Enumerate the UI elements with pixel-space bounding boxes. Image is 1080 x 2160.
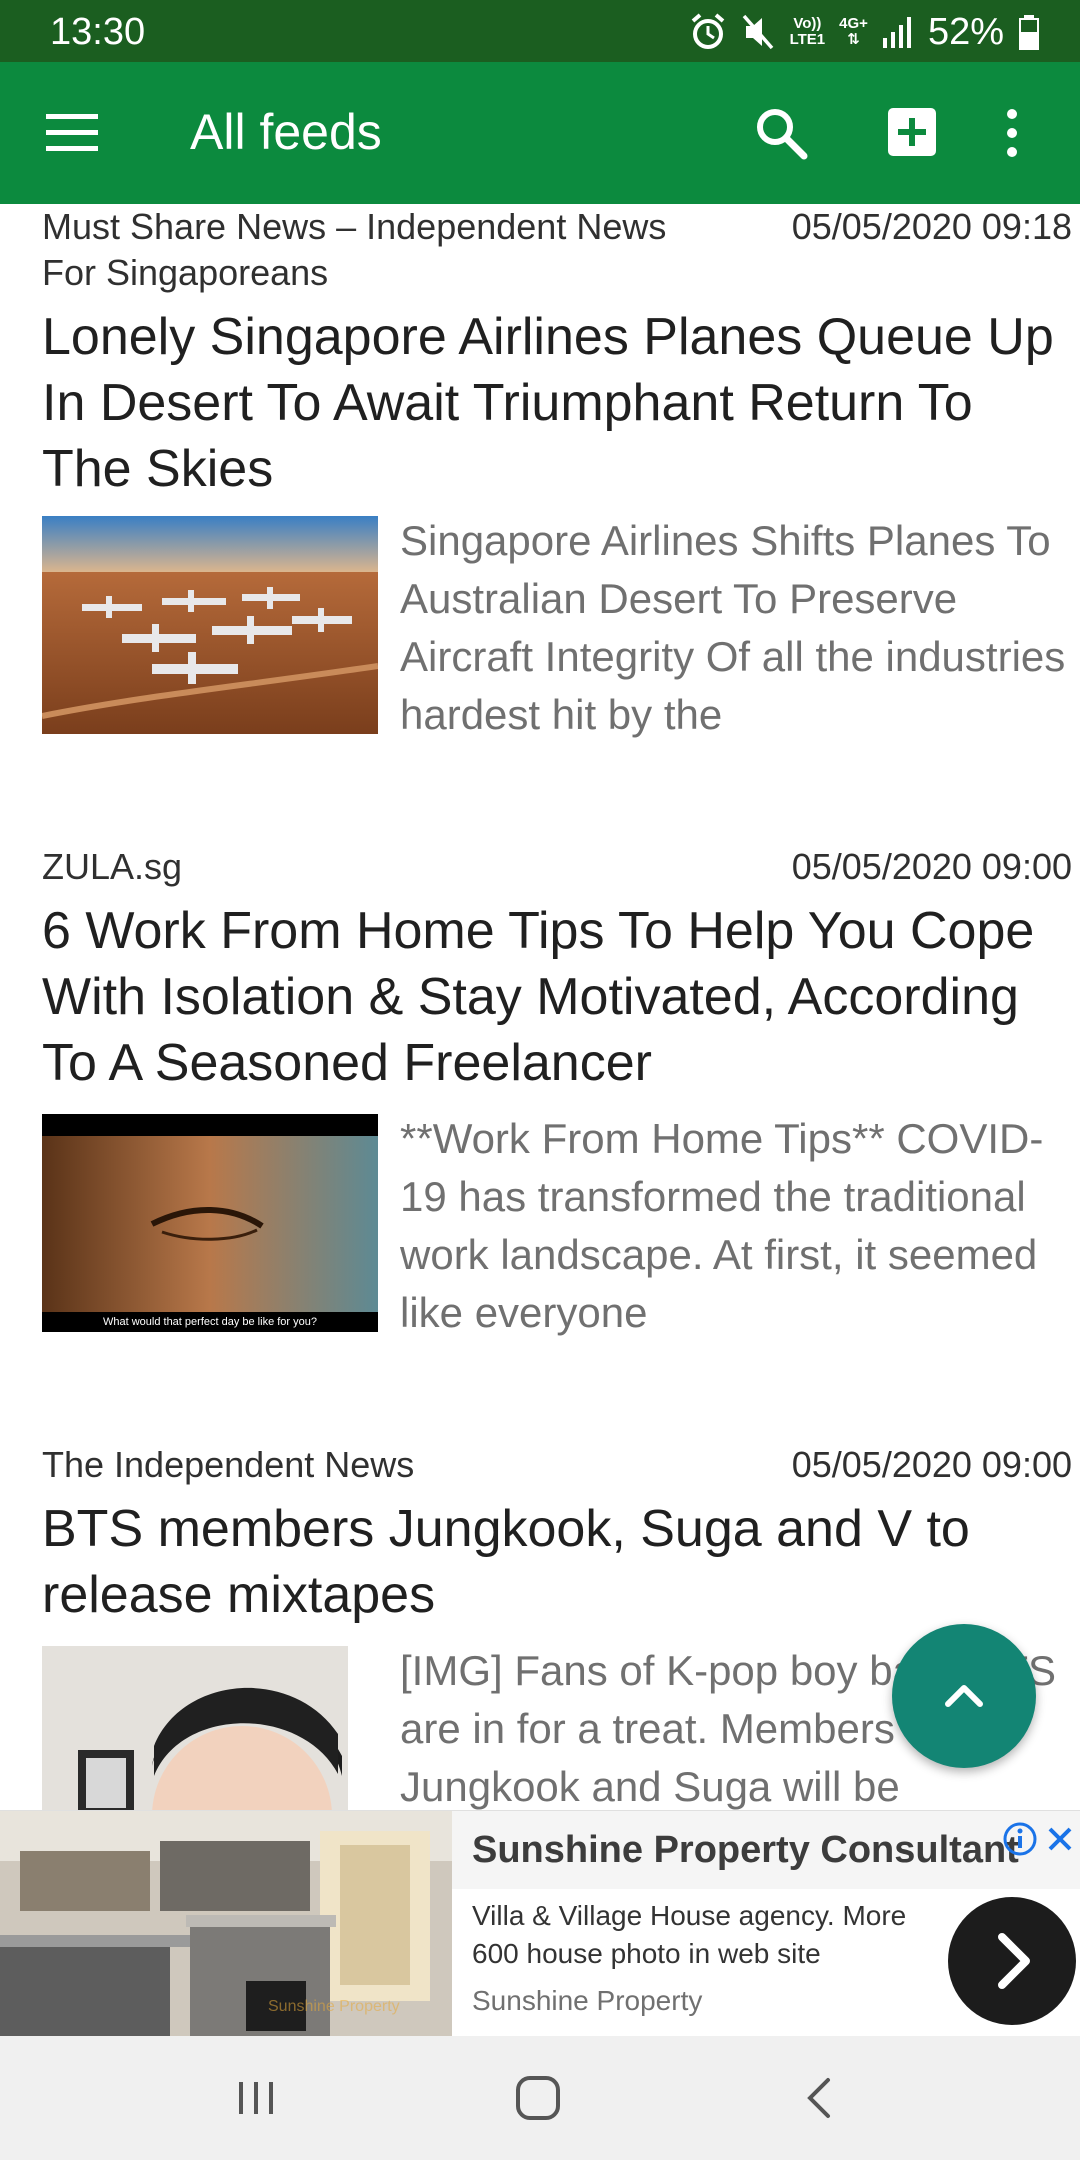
ad-image[interactable]: Sunshine Property <box>0 1811 452 2037</box>
signal-icon <box>882 17 911 48</box>
ad-banner[interactable]: Sunshine Property Sunshine Property Cons… <box>0 1810 1080 2037</box>
alarm-icon <box>691 13 724 49</box>
more-vert-icon[interactable] <box>1002 104 1022 162</box>
ad-description[interactable]: Villa & Village House agency. More 600 h… <box>472 1897 942 1973</box>
scroll-to-top-button[interactable] <box>892 1624 1036 1768</box>
status-icons: Vo)) LTE1 4G+ ⇅ 52% <box>690 10 1040 54</box>
article-thumbnail[interactable] <box>42 516 378 734</box>
article-date: 05/05/2020 09:00 <box>791 846 1072 887</box>
data-type-indicator: 4G+ ⇅ <box>839 15 868 48</box>
add-box-icon[interactable] <box>886 106 938 158</box>
thumbnail-caption: What would that perfect day be like for … <box>102 1316 317 1328</box>
article-source: The Independent News <box>42 1444 415 1485</box>
article-thumbnail[interactable]: What would that perfect day be like for … <box>42 1114 378 1332</box>
article-thumbnail[interactable] <box>42 1646 348 1810</box>
article-summary: Singapore Airlines Shifts Planes To Aust… <box>400 517 1066 738</box>
woman-eye-closeup-photo <box>42 1136 378 1332</box>
search-icon[interactable] <box>752 104 810 162</box>
article-summary: **Work From Home Tips** COVID-19 has tra… <box>400 1115 1044 1336</box>
article-title[interactable]: BTS members Jungkook, Suga and V to rele… <box>42 1496 1062 1628</box>
list-item[interactable]: ZULA.sg 05/05/2020 09:00 6 Work From Hom… <box>42 844 1072 1404</box>
desert-airplanes-photo <box>42 516 378 734</box>
mute-icon <box>742 14 773 50</box>
network-indicator: Vo)) LTE1 <box>789 15 826 48</box>
back-icon[interactable] <box>788 2066 852 2130</box>
feed-list[interactable]: Must Share News – Independent News For S… <box>0 204 1080 1810</box>
article-title[interactable]: 6 Work From Home Tips To Help You Cope W… <box>42 898 1062 1096</box>
page-title: All feeds <box>190 104 382 160</box>
app-bar: All feeds <box>0 62 1080 204</box>
home-icon[interactable] <box>506 2066 570 2130</box>
menu-icon[interactable] <box>40 108 104 158</box>
article-source: Must Share News – Independent News For S… <box>42 206 667 293</box>
chevron-right-icon <box>998 1933 1030 1989</box>
recent-apps-icon[interactable] <box>224 2066 288 2130</box>
battery-icon <box>1019 15 1039 50</box>
status-time: 13:30 <box>50 11 146 53</box>
article-date: 05/05/2020 09:00 <box>791 1444 1072 1485</box>
battery-percent: 52% <box>927 11 1004 53</box>
chevron-up-icon <box>945 1685 983 1707</box>
list-item[interactable]: Must Share News – Independent News For S… <box>42 204 1072 764</box>
ad-info-icon[interactable] <box>1002 1821 1038 1857</box>
article-title[interactable]: Lonely Singapore Airlines Planes Queue U… <box>42 304 1062 502</box>
person-portrait-photo <box>42 1646 348 1810</box>
article-source: ZULA.sg <box>42 846 183 887</box>
ad-image-watermark: Sunshine Property <box>268 1998 400 2015</box>
system-nav-bar <box>0 2036 1080 2160</box>
article-date: 05/05/2020 09:18 <box>791 206 1072 247</box>
status-bar: 13:30 Vo)) LTE1 4G+ ⇅ 52% <box>0 0 1080 62</box>
ad-close-icon[interactable] <box>1044 1823 1076 1855</box>
ad-open-button[interactable] <box>948 1897 1076 2025</box>
ad-title[interactable]: Sunshine Property Consultant <box>472 1825 1042 1875</box>
ad-advertiser[interactable]: Sunshine Property <box>472 1983 702 2019</box>
